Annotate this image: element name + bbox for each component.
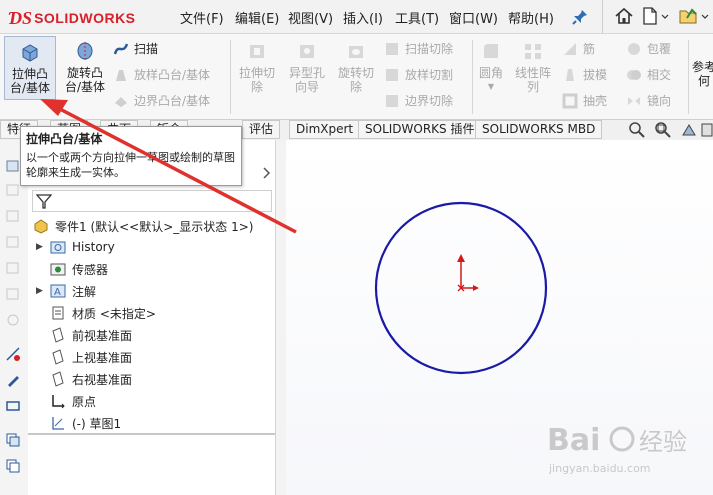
baidu-logo-icon: Bai 经验 jingyan.baidu.com [547, 423, 687, 475]
svg-text:Bai: Bai [547, 423, 600, 458]
svg-text:jingyan.baidu.com: jingyan.baidu.com [548, 462, 651, 475]
baidu-watermark: Bai 经验 jingyan.baidu.com [545, 412, 705, 482]
svg-text:经验: 经验 [639, 428, 687, 456]
